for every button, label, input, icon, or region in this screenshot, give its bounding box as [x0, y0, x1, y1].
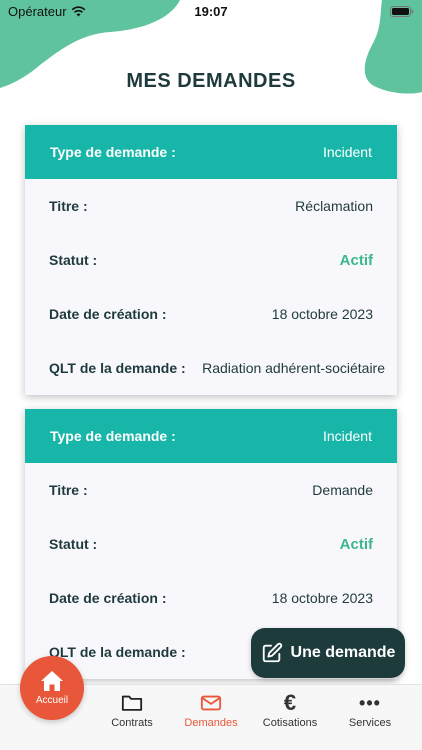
page-title: MES DEMANDES: [126, 70, 296, 92]
tab-label: Demandes: [184, 717, 238, 729]
date-row: Date de création : 18 octobre 2023: [25, 571, 397, 625]
card-header: Type de demande : Incident: [25, 125, 397, 179]
type-value: Incident: [322, 428, 372, 444]
folder-icon: [121, 695, 143, 711]
envelope-icon: [200, 695, 222, 711]
title-label: Titre :: [49, 482, 88, 498]
status-label: Statut :: [49, 536, 98, 552]
status-label: Statut :: [49, 252, 98, 268]
tab-label: Cotisations: [262, 717, 318, 729]
qlt-value: Radiation adhérent-sociétaire: [202, 360, 385, 376]
more-dots-icon: •••: [359, 693, 381, 713]
new-request-button[interactable]: Une demande: [251, 628, 405, 678]
tab-services[interactable]: ••• Services: [330, 693, 410, 729]
card-header: Type de demande : Incident: [25, 409, 397, 463]
edit-icon: [262, 642, 282, 663]
battery-icon: [390, 6, 414, 17]
title-value: Réclamation: [295, 198, 373, 214]
clock: 19:07: [194, 4, 228, 19]
title-value: Demande: [312, 482, 373, 498]
date-value: 18 octobre 2023: [271, 590, 373, 606]
qlt-row: QLT de la demande : Radiation adhérent-s…: [25, 341, 397, 395]
date-row: Date de création : 18 octobre 2023: [25, 287, 397, 341]
home-label: Accueil: [35, 695, 69, 706]
status-row: Statut : Actif: [25, 233, 397, 287]
title-row: Titre : Réclamation: [25, 179, 397, 233]
type-label: Type de demande :: [50, 428, 176, 444]
date-label: Date de création :: [49, 306, 167, 322]
euro-icon: €: [283, 690, 297, 715]
qlt-label: QLT de la demande :: [49, 360, 186, 376]
qlt-label: QLT de la demande :: [49, 644, 186, 660]
tab-label: Services: [348, 717, 392, 729]
new-request-label: Une demande: [290, 644, 396, 661]
status-value: Actif: [339, 251, 373, 269]
type-label: Type de demande :: [50, 144, 176, 160]
type-value: Incident: [322, 144, 372, 160]
tab-cotisations[interactable]: € Cotisations: [250, 690, 330, 730]
title-row: Titre : Demande: [25, 463, 397, 517]
status-row: Statut : Actif: [25, 517, 397, 571]
tab-label: Contrats: [111, 717, 153, 729]
date-label: Date de création :: [49, 590, 167, 606]
request-card[interactable]: Type de demande : Incident Titre : Récla…: [25, 125, 397, 395]
status-bar: Opérateur 19:07: [0, 0, 422, 24]
home-button[interactable]: Accueil: [20, 656, 84, 720]
date-value: 18 octobre 2023: [271, 306, 373, 322]
tab-contrats[interactable]: Contrats: [92, 693, 172, 729]
tab-demandes[interactable]: Demandes: [171, 693, 251, 729]
title-label: Titre :: [49, 198, 88, 214]
status-value: Actif: [339, 535, 373, 553]
home-icon: [41, 671, 63, 691]
